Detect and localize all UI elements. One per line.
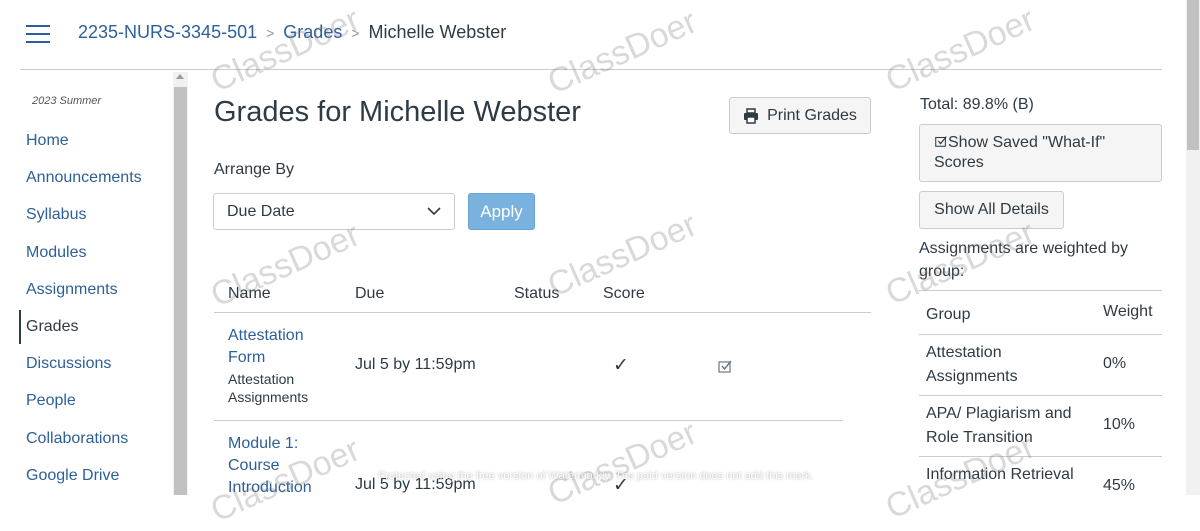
nav-item-google-drive[interactable]: Google Drive <box>0 465 172 502</box>
nav-item-collaborations[interactable]: Collaborations <box>0 428 172 465</box>
nav-link-active[interactable]: Grades <box>26 318 78 335</box>
group-weight: 45% <box>1103 477 1136 494</box>
arrange-by-select[interactable]: Due Date <box>213 193 455 230</box>
nav-item-grades[interactable]: Grades <box>0 309 172 353</box>
print-grades-label: Print Grades <box>767 106 857 124</box>
nav-scrollbar-thumb[interactable] <box>174 87 187 495</box>
assignment-group: Attestation Assignments <box>228 371 309 405</box>
nav-item-home[interactable]: Home <box>0 130 172 167</box>
table-row: Information Retrieval 45% <box>919 456 1162 507</box>
assignment-group-weights-table: Group Weight Attestation Assignments 0% … <box>919 290 1162 507</box>
nav-link[interactable]: Home <box>26 132 69 149</box>
page-title: Grades for Michelle Webster <box>214 96 581 128</box>
nav-link[interactable]: Assignments <box>26 281 118 298</box>
hamburger-menu-icon[interactable] <box>26 25 50 43</box>
column-header-name[interactable]: Name <box>228 285 271 303</box>
breadcrumb-course-link[interactable]: 2235-NURS-3345-501 <box>78 22 257 43</box>
nav-item-people[interactable]: People <box>0 390 172 427</box>
nav-link[interactable]: Collaborations <box>26 430 128 447</box>
nav-link[interactable]: Discussions <box>26 355 111 372</box>
nav-item-syllabus[interactable]: Syllabus <box>0 204 172 241</box>
show-what-if-scores-button[interactable]: Show Saved "What-If" Scores <box>919 124 1162 182</box>
print-grades-button[interactable]: Print Grades <box>729 97 871 134</box>
weighting-note: Assignments are weighted by group: <box>919 240 1128 280</box>
breadcrumb-current: Michelle Webster <box>368 22 507 42</box>
nav-link[interactable]: People <box>26 392 76 409</box>
nav-link[interactable]: Announcements <box>26 169 142 186</box>
nav-link[interactable]: Modules <box>26 244 86 261</box>
group-name: APA/ Plagiarism and Role Transition <box>926 405 1072 446</box>
table-row-divider <box>214 420 843 421</box>
nav-item-discussions[interactable]: Discussions <box>0 353 172 390</box>
course-header: 2235-NURS-3345-501 > Grades > Michelle W… <box>0 0 1186 70</box>
arrange-by-value: Due Date <box>227 202 295 220</box>
assignment-link[interactable]: Attestation Form <box>228 325 328 369</box>
table-row: Attestation Assignments 0% <box>919 334 1162 395</box>
what-if-score-icon[interactable] <box>717 358 733 374</box>
page-scrollbar[interactable] <box>1186 0 1200 495</box>
group-weight: 0% <box>1103 355 1127 372</box>
group-column-header: Group <box>926 306 971 323</box>
group-name: Information Retrieval <box>926 466 1074 483</box>
nav-item-assignments[interactable]: Assignments <box>0 279 172 316</box>
chevron-down-icon <box>427 207 441 216</box>
nav-link[interactable]: Google Drive <box>26 467 119 484</box>
group-weight: 10% <box>1103 416 1136 433</box>
watermark-notice: Protected using the free version of Wate… <box>378 470 814 482</box>
watermark-text: ClassDoer <box>542 413 703 513</box>
table-header-divider <box>214 312 871 313</box>
column-header-due[interactable]: Due <box>355 285 384 303</box>
table-row: APA/ Plagiarism and Role Transition 10% <box>919 395 1162 456</box>
weights-header-row: Group Weight <box>919 290 1162 334</box>
weight-column-header: Weight <box>1103 303 1153 320</box>
chevron-right-icon: > <box>351 24 360 41</box>
score-checkmark-icon: ✓ <box>613 355 629 376</box>
group-name: Attestation Assignments <box>926 344 1018 385</box>
column-header-score[interactable]: Score <box>603 285 645 303</box>
show-what-if-label: Show Saved "What-If" Scores <box>934 134 1106 171</box>
printer-icon <box>744 107 759 124</box>
header-divider <box>20 69 1162 70</box>
nav-scrollbar[interactable] <box>173 72 188 495</box>
column-header-status[interactable]: Status <box>514 285 559 303</box>
due-date: Jul 5 by 11:59pm <box>355 356 476 373</box>
scroll-up-arrow-icon[interactable] <box>176 74 184 79</box>
course-nav-list: Home Announcements Syllabus Modules Assi… <box>0 130 172 502</box>
page-scrollbar-thumb[interactable] <box>1187 0 1199 150</box>
total-grade: Total: 89.8% (B) <box>920 96 1034 113</box>
assignment-link[interactable]: Module 1: Course Introduction <box>228 433 328 499</box>
nav-link[interactable]: Syllabus <box>26 206 86 223</box>
show-all-details-button[interactable]: Show All Details <box>919 191 1064 229</box>
term-label: 2023 Summer <box>32 95 102 107</box>
nav-item-modules[interactable]: Modules <box>0 242 172 279</box>
breadcrumb: 2235-NURS-3345-501 > Grades > Michelle W… <box>78 22 506 43</box>
nav-item-announcements[interactable]: Announcements <box>0 167 172 204</box>
apply-button[interactable]: Apply <box>468 193 535 230</box>
arrange-by-label: Arrange By <box>214 161 295 178</box>
breadcrumb-grades-link[interactable]: Grades <box>283 22 342 43</box>
what-if-icon <box>935 136 947 147</box>
course-navigation: 2023 Summer Home Announcements Syllabus … <box>0 70 172 495</box>
chevron-right-icon: > <box>266 24 275 41</box>
